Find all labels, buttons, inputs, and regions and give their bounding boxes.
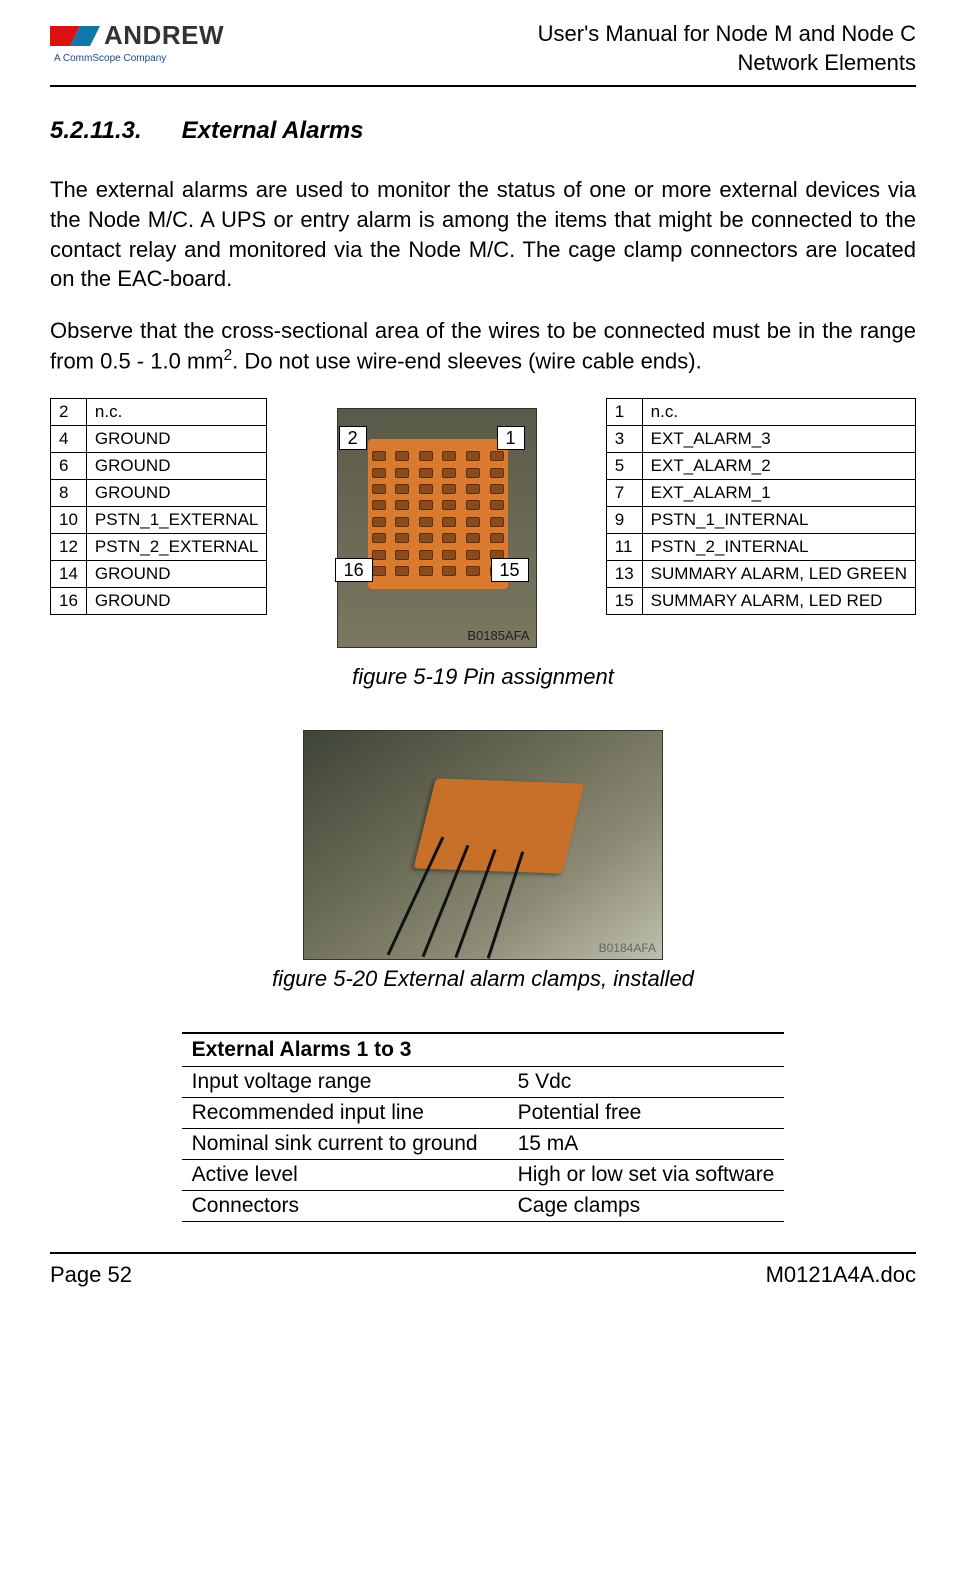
brand-logo: ANDREW A CommScope Company <box>50 20 224 64</box>
installed-connector-icon <box>413 778 584 873</box>
pin-callout-16: 16 <box>335 558 373 582</box>
pin-label: PSTN_1_INTERNAL <box>642 506 915 533</box>
footer-rule <box>50 1252 916 1254</box>
section-title: External Alarms <box>182 117 364 144</box>
pin-label: GROUND <box>86 479 266 506</box>
pin-number: 12 <box>51 533 87 560</box>
doc-title-line1: User's Manual for Node M and Node C <box>538 20 916 49</box>
pin-number: 13 <box>606 560 642 587</box>
figure-caption-2: figure 5-20 External alarm clamps, insta… <box>50 966 916 992</box>
table-row: Input voltage range5 Vdc <box>182 1066 785 1097</box>
table-row: 1n.c. <box>606 398 915 425</box>
logo-flag-icon <box>50 24 100 48</box>
figure-id-1: B0185AFA <box>467 628 529 643</box>
pin-label: GROUND <box>86 452 266 479</box>
pin-number: 11 <box>606 533 642 560</box>
pin-number: 8 <box>51 479 87 506</box>
doc-title: User's Manual for Node M and Node C Netw… <box>538 20 916 77</box>
figure-caption-1: figure 5-19 Pin assignment <box>50 664 916 690</box>
header-rule <box>50 85 916 87</box>
table-row: 6GROUND <box>51 452 267 479</box>
pin-number: 4 <box>51 425 87 452</box>
connector-block-icon <box>368 439 508 589</box>
pin-label: SUMMARY ALARM, LED GREEN <box>642 560 915 587</box>
table-row: 2n.c. <box>51 398 267 425</box>
spec-table-header: External Alarms 1 to 3 <box>182 1033 785 1067</box>
spec-key: Active level <box>182 1159 508 1190</box>
pin-number: 14 <box>51 560 87 587</box>
logo-brand-text: ANDREW <box>104 20 224 51</box>
pin-number: 16 <box>51 587 87 614</box>
table-row: Nominal sink current to ground15 mA <box>182 1128 785 1159</box>
connector-figure: B0185AFA 2 1 16 15 <box>317 398 557 658</box>
pin-label: GROUND <box>86 587 266 614</box>
pin-callout-2: 2 <box>339 426 367 450</box>
pin-label: PSTN_1_EXTERNAL <box>86 506 266 533</box>
page-number: Page 52 <box>50 1262 132 1288</box>
doc-filename: M0121A4A.doc <box>766 1262 916 1288</box>
pin-number: 9 <box>606 506 642 533</box>
pin-label: PSTN_2_EXTERNAL <box>86 533 266 560</box>
table-row: 7EXT_ALARM_1 <box>606 479 915 506</box>
pin-number: 10 <box>51 506 87 533</box>
installed-figure: B0184AFA <box>303 730 663 960</box>
pin-label: EXT_ALARM_2 <box>642 452 915 479</box>
table-row: 11PSTN_2_INTERNAL <box>606 533 915 560</box>
pin-label: PSTN_2_INTERNAL <box>642 533 915 560</box>
table-row: Recommended input linePotential free <box>182 1097 785 1128</box>
section-heading: 5.2.11.3. External Alarms <box>50 117 916 145</box>
table-row: 15SUMMARY ALARM, LED RED <box>606 587 915 614</box>
paragraph-2: Observe that the cross-sectional area of… <box>50 316 916 376</box>
pin-label: GROUND <box>86 560 266 587</box>
spec-value: 15 mA <box>508 1128 785 1159</box>
pin-number: 1 <box>606 398 642 425</box>
wire-icon <box>387 836 445 955</box>
spec-key: Connectors <box>182 1190 508 1221</box>
pin-table-right: 1n.c.3EXT_ALARM_35EXT_ALARM_27EXT_ALARM_… <box>606 398 916 615</box>
table-row: Active levelHigh or low set via software <box>182 1159 785 1190</box>
paragraph-1: The external alarms are used to monitor … <box>50 175 916 294</box>
spec-key: Input voltage range <box>182 1066 508 1097</box>
pin-label: n.c. <box>86 398 266 425</box>
spec-value: Potential free <box>508 1097 785 1128</box>
pin-number: 7 <box>606 479 642 506</box>
table-row: ConnectorsCage clamps <box>182 1190 785 1221</box>
pin-number: 5 <box>606 452 642 479</box>
pin-label: SUMMARY ALARM, LED RED <box>642 587 915 614</box>
table-row: 10PSTN_1_EXTERNAL <box>51 506 267 533</box>
spec-key: Recommended input line <box>182 1097 508 1128</box>
pin-label: EXT_ALARM_3 <box>642 425 915 452</box>
figure-id-2: B0184AFA <box>599 941 656 955</box>
spec-table: External Alarms 1 to 3 Input voltage ran… <box>182 1032 785 1222</box>
table-row: 4GROUND <box>51 425 267 452</box>
spec-value: High or low set via software <box>508 1159 785 1190</box>
pin-callout-1: 1 <box>497 426 525 450</box>
doc-title-line2: Network Elements <box>538 49 916 78</box>
pin-label: n.c. <box>642 398 915 425</box>
section-number: 5.2.11.3. <box>50 117 142 144</box>
pin-label: GROUND <box>86 425 266 452</box>
table-row: 5EXT_ALARM_2 <box>606 452 915 479</box>
pin-number: 3 <box>606 425 642 452</box>
spec-key: Nominal sink current to ground <box>182 1128 508 1159</box>
pin-number: 6 <box>51 452 87 479</box>
pin-number: 15 <box>606 587 642 614</box>
pin-label: EXT_ALARM_1 <box>642 479 915 506</box>
spec-value: 5 Vdc <box>508 1066 785 1097</box>
table-row: 13SUMMARY ALARM, LED GREEN <box>606 560 915 587</box>
table-row: 12PSTN_2_EXTERNAL <box>51 533 267 560</box>
table-row: 14GROUND <box>51 560 267 587</box>
table-row: 8GROUND <box>51 479 267 506</box>
pin-number: 2 <box>51 398 87 425</box>
logo-subtext: A CommScope Company <box>54 53 166 64</box>
pin-table-left: 2n.c.4GROUND6GROUND8GROUND10PSTN_1_EXTER… <box>50 398 267 615</box>
pin-callout-15: 15 <box>491 558 529 582</box>
table-row: 3EXT_ALARM_3 <box>606 425 915 452</box>
table-row: 16GROUND <box>51 587 267 614</box>
spec-value: Cage clamps <box>508 1190 785 1221</box>
table-row: 9PSTN_1_INTERNAL <box>606 506 915 533</box>
